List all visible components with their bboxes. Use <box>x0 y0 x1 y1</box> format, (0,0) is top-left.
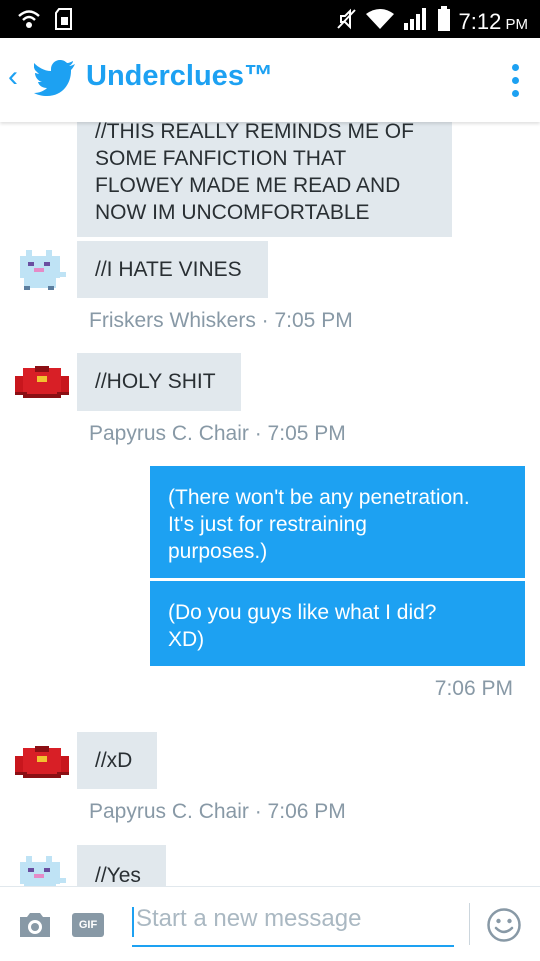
clock: 7:12 PM <box>459 9 529 35</box>
message-input[interactable] <box>136 905 448 933</box>
message-bubble: //HOLY SHIT <box>77 353 241 411</box>
message-bubble-own: (Do you guys like what I did? XD) <box>150 581 525 666</box>
emoji-icon[interactable] <box>486 907 522 948</box>
message-meta: 7:06 PM <box>434 677 513 700</box>
twitter-bird-icon <box>33 60 76 101</box>
message-meta: Papyrus C. Chair · 7:06 PM <box>89 800 346 823</box>
divider <box>469 903 470 945</box>
clock-time: 7:12 <box>458 8 502 34</box>
back-button[interactable]: ‹ <box>8 62 18 92</box>
camera-icon[interactable] <box>18 911 52 944</box>
sd-card-icon <box>54 8 74 35</box>
message-input-wrapper[interactable] <box>132 899 454 947</box>
cat-avatar <box>16 248 68 297</box>
clock-ampm: PM <box>505 15 529 33</box>
mute-icon <box>335 7 357 36</box>
message-bubble-own: (There won't be any penetration. It's ju… <box>150 466 525 578</box>
gif-button[interactable]: GIF <box>72 913 104 937</box>
cat-avatar <box>16 854 68 886</box>
text-cursor <box>132 907 134 937</box>
wifi-icon <box>365 8 395 35</box>
composer-bar: GIF <box>0 886 540 961</box>
message-bubble: //THIS REALLY REMINDS ME OF SOME FANFICT… <box>77 122 452 237</box>
battery-icon <box>437 6 451 37</box>
sweater-avatar <box>13 364 71 407</box>
sweater-avatar <box>13 744 71 787</box>
message-meta: Papyrus C. Chair · 7:05 PM <box>89 422 346 445</box>
message-bubble: //xD <box>77 732 157 789</box>
phone-wifi-icon <box>16 8 42 35</box>
message-bubble: //Yes <box>77 845 166 886</box>
message-meta: Friskers Whiskers · 7:05 PM <box>89 309 353 332</box>
more-options-icon[interactable] <box>512 64 520 97</box>
message-bubble: //I HATE VINES <box>77 241 268 298</box>
message-thread[interactable]: //THIS REALLY REMINDS ME OF SOME FANFICT… <box>0 122 540 886</box>
app-bar: ‹ Underclues™ <box>0 38 540 122</box>
signal-icon <box>403 7 429 36</box>
conversation-title: Underclues™ <box>86 60 273 92</box>
status-bar: 7:12 PM <box>0 0 540 38</box>
